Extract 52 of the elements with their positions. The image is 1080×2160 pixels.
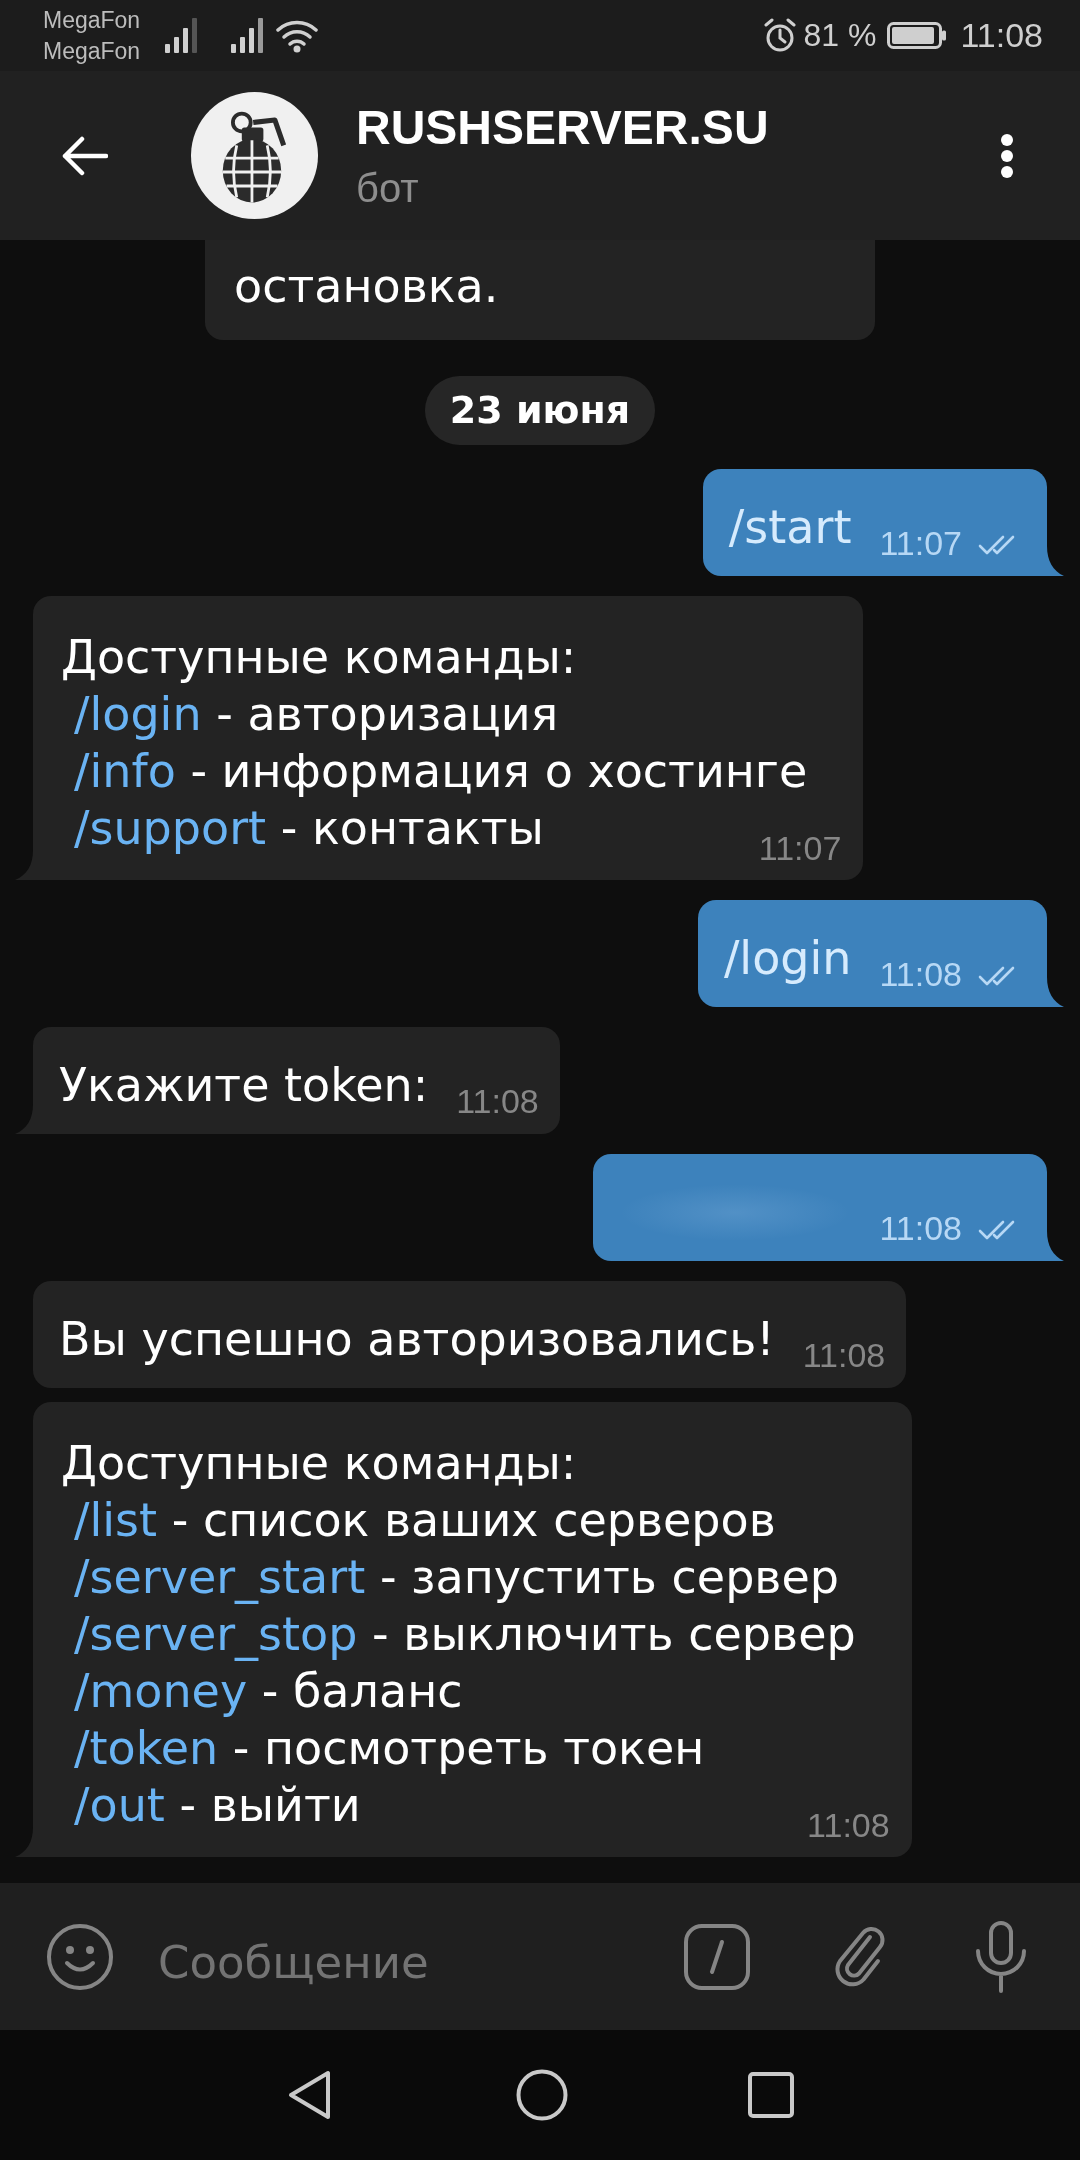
command-line: /list - список ваших серверов — [74, 1492, 776, 1549]
message-time: 11:08 — [879, 957, 962, 991]
chat-subtitle: бот — [356, 164, 419, 212]
carrier-name: MegaFon — [43, 36, 141, 66]
nav-recents-icon[interactable] — [748, 2072, 794, 2118]
command-link[interactable]: /server_stop — [74, 1607, 358, 1661]
command-line: /info - информация о хостинге — [74, 743, 808, 800]
microphone-icon[interactable] — [974, 1920, 1028, 1993]
command-line: /server_stop - выключить сервер — [74, 1606, 856, 1663]
message-time: 11:08 — [807, 1808, 890, 1842]
message-time: 11:08 — [879, 1211, 962, 1245]
message-text: /start — [728, 499, 852, 556]
command-line: /support - контакты — [74, 800, 544, 857]
command-link[interactable]: /support — [74, 801, 267, 855]
battery-icon — [887, 22, 948, 49]
grenade-avatar-icon[interactable] — [191, 92, 318, 219]
message-time: 11:08 — [802, 1338, 886, 1372]
message-text: Доступные команды: — [61, 629, 577, 686]
message-time: 11:07 — [758, 831, 842, 865]
nav-home-icon[interactable] — [516, 2069, 568, 2121]
message-text: /login — [723, 930, 852, 987]
command-line: /out - выйти — [74, 1777, 361, 1834]
command-link[interactable]: /login — [74, 687, 202, 741]
message-input[interactable]: Сообщение — [158, 1932, 664, 1993]
command-link[interactable]: /token — [74, 1721, 219, 1775]
message-text: Вы успешно авторизовались! — [59, 1311, 775, 1368]
message-text: Доступные команды: — [61, 1435, 577, 1492]
command-link[interactable]: /money — [74, 1664, 248, 1718]
message-time: 11:07 — [879, 526, 962, 560]
command-link[interactable]: /info — [74, 744, 176, 798]
battery-percent: 81 % — [803, 17, 877, 54]
command-line: /login - авторизация — [74, 686, 559, 743]
alarm-clock-icon — [763, 18, 796, 53]
nav-back-icon[interactable] — [286, 2069, 332, 2121]
wifi-icon — [276, 18, 319, 53]
command-line: /money - баланс — [74, 1663, 463, 1720]
back-arrow-icon[interactable] — [60, 135, 108, 176]
command-link[interactable]: /server_start — [74, 1550, 366, 1604]
more-menu-icon[interactable] — [1000, 132, 1014, 179]
message-text: Укажите token: — [59, 1057, 429, 1114]
message-text: остановка. — [234, 258, 499, 315]
command-link[interactable]: /out — [74, 1778, 165, 1832]
message-time: 11:08 — [456, 1084, 539, 1118]
status-time: 11:08 — [960, 16, 1043, 55]
command-line: /server_start - запустить сервер — [74, 1549, 839, 1606]
command-link[interactable]: /list — [74, 1493, 158, 1547]
slash-command-icon[interactable] — [684, 1923, 750, 1990]
smiley-icon[interactable] — [46, 1922, 114, 1991]
carrier-name: MegaFon — [43, 5, 141, 35]
command-line: /token - посмотреть токен — [74, 1720, 705, 1777]
chat-title: RUSHSERVER.SU — [356, 99, 769, 156]
date-chip: 23 июня — [424, 376, 656, 445]
